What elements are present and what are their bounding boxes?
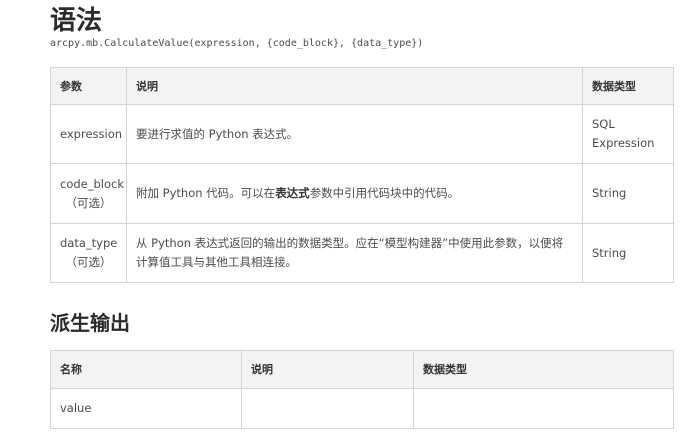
description-text-after: 参数中引用代码块中的代码。 (309, 186, 460, 200)
parameter-data-type: String (582, 223, 674, 283)
parameter-data-type-cell: SQL Expression (582, 104, 674, 164)
column-header-data-type: 数据类型 (582, 67, 674, 105)
table-row: data_type （可选） 从 Python 表达式返回的输出的数据类型。应在… (50, 223, 674, 283)
optional-label: （可选） (65, 195, 112, 210)
parameter-description: 从 Python 表达式返回的输出的数据类型。应在“模型构建器”中使用此参数，以… (126, 223, 583, 283)
function-signature: arcpy.mb.CalculateValue(expression, {cod… (50, 38, 424, 49)
parameter-name: data_type (60, 236, 118, 250)
derived-output-table: 名称 说明 数据类型 value (50, 350, 674, 429)
table-header-row: 名称 说明 数据类型 (50, 350, 674, 389)
table-row: expression 要进行求值的 Python 表达式。 SQL Expres… (50, 104, 674, 164)
output-description (241, 388, 414, 429)
parameter-name: expression (60, 126, 123, 141)
column-header-description: 说明 (126, 67, 583, 105)
output-data-type (413, 388, 674, 429)
column-header-data-type: 数据类型 (413, 350, 674, 389)
expression-term: 表达式 (275, 186, 310, 200)
parameter-name-cell: data_type （可选） (50, 223, 127, 283)
parameter-data-type: String (582, 163, 674, 224)
optional-label: （可选） (65, 255, 112, 269)
parameter-name: code_block (60, 176, 124, 191)
derived-output-heading: 派生输出 (50, 311, 130, 335)
syntax-heading: 语法 (50, 6, 103, 36)
column-header-name: 名称 (50, 350, 242, 389)
table-row: value (50, 388, 674, 429)
table-header-row: 参数 说明 数据类型 (50, 67, 674, 105)
parameter-description: 要进行求值的 Python 表达式。 (126, 104, 583, 164)
parameters-table: 参数 说明 数据类型 expression 要进行求值的 Python 表达式。… (50, 67, 674, 283)
column-header-parameter: 参数 (50, 67, 127, 105)
parameter-description-cell: 附加 Python 代码。可以在表达式参数中引用代码块中的代码。 (126, 163, 583, 224)
parameter-name-cell: code_block （可选） (50, 163, 127, 224)
parameter-data-type-line2: Expression (592, 136, 655, 150)
description-text-before: 附加 Python 代码。可以在 (136, 186, 276, 200)
parameter-name-cell: expression (50, 104, 127, 164)
parameter-data-type-line1: SQL (592, 117, 615, 131)
table-row: code_block （可选） 附加 Python 代码。可以在表达式参数中引用… (50, 163, 674, 224)
output-name: value (50, 388, 242, 429)
column-header-description: 说明 (241, 350, 414, 389)
